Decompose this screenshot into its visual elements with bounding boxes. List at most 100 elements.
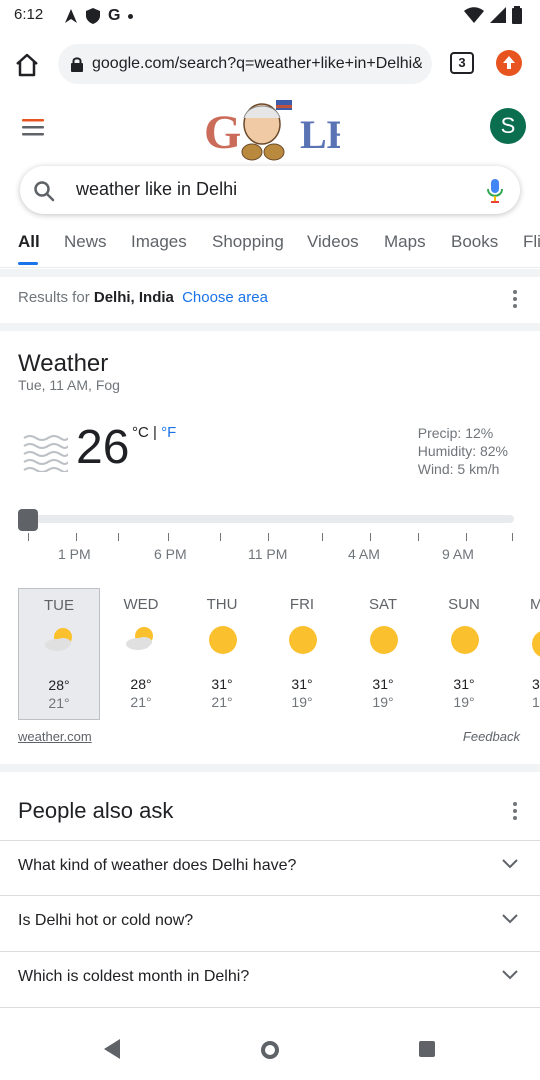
- svg-text:G: G: [204, 106, 241, 159]
- day-name: WED: [123, 596, 159, 613]
- paa-question-text: Is Delhi hot or cold now?: [18, 912, 194, 929]
- forecast-day-fri[interactable]: FRI 31° 19°: [261, 588, 343, 720]
- tab-all[interactable]: All: [18, 232, 40, 252]
- results-place: Delhi, India: [93, 289, 174, 306]
- unit-celsius[interactable]: °C: [132, 424, 149, 441]
- home-button[interactable]: [12, 50, 42, 80]
- timeline-tick: [512, 533, 513, 541]
- divider: [0, 323, 540, 331]
- sunny-icon: [289, 626, 317, 654]
- search-tabs: All News Images Shopping Videos Maps Boo…: [0, 224, 540, 268]
- more-options-icon[interactable]: [513, 290, 517, 311]
- time-label: 1 PM: [58, 546, 91, 562]
- home-circle-icon[interactable]: [258, 1038, 282, 1062]
- status-notification-icons: G: [64, 7, 134, 25]
- precipitation: Precip: 12%: [417, 425, 494, 441]
- divider: [0, 764, 540, 772]
- results-for-label: Results for: [18, 289, 90, 306]
- day-high: 31°: [211, 676, 233, 692]
- partly-cloudy-icon: [45, 628, 72, 651]
- google-icon: G: [108, 7, 121, 24]
- weather-subtitle: Tue, 11 AM, Fog: [18, 377, 120, 393]
- results-location: Results for Delhi, India Choose area: [18, 289, 268, 306]
- choose-area-link[interactable]: Choose area: [182, 289, 268, 306]
- timeline-tick: [168, 533, 169, 541]
- paa-question-text: Which is coldest month in Delhi?: [18, 968, 250, 985]
- sunny-icon: [209, 626, 237, 654]
- lock-icon: [71, 57, 83, 72]
- search-box[interactable]: weather like in Delhi: [20, 166, 520, 214]
- hamburger-menu-icon[interactable]: [20, 118, 46, 136]
- forecast-day-sat[interactable]: SAT 31° 19°: [342, 588, 424, 720]
- tab-switcher-button[interactable]: 3: [450, 52, 474, 74]
- status-time: 6:12: [14, 6, 44, 23]
- more-options-icon[interactable]: [513, 802, 517, 823]
- shield-icon: [86, 8, 100, 24]
- day-low: 21°: [130, 694, 152, 710]
- account-avatar[interactable]: S: [490, 108, 526, 144]
- active-tab-indicator: [18, 262, 38, 265]
- timeline-tick: [370, 533, 371, 541]
- forecast-day-wed[interactable]: WED 28° 21°: [100, 588, 182, 720]
- update-button[interactable]: [496, 50, 522, 76]
- google-doodle[interactable]: G LE: [200, 96, 353, 164]
- tab-flights[interactable]: Fli: [523, 232, 540, 252]
- day-low: 19°: [372, 694, 394, 710]
- day-high: 28°: [48, 677, 70, 693]
- url-text: google.com/search?q=weather+like+in+Delh…: [92, 55, 422, 72]
- timeline-tick: [322, 533, 323, 541]
- day-high: 28°: [130, 676, 152, 692]
- google-header: G LE S: [0, 96, 540, 166]
- humidity: Humidity: 82%: [417, 443, 508, 459]
- paa-question[interactable]: What kind of weather does Delhi have?: [0, 840, 540, 896]
- timeline-slider-handle[interactable]: [18, 509, 38, 531]
- system-navigation-bar: [0, 1020, 540, 1080]
- recents-icon[interactable]: [418, 1040, 436, 1058]
- timeline-tick: [268, 533, 269, 541]
- day-high: 31°: [372, 676, 394, 692]
- timeline-tick: [466, 533, 467, 541]
- tab-books[interactable]: Books: [451, 232, 498, 252]
- forecast-day-sun[interactable]: SUN 31° 19°: [423, 588, 505, 720]
- day-name: SAT: [368, 596, 398, 613]
- search-query[interactable]: weather like in Delhi: [76, 179, 237, 200]
- timeline-tick: [28, 533, 29, 541]
- day-low: 19°: [291, 694, 313, 710]
- status-bar: 6:12 G: [0, 0, 540, 30]
- current-temperature: 26: [76, 421, 130, 474]
- url-bar[interactable]: google.com/search?q=weather+like+in+Delh…: [58, 44, 432, 84]
- feedback-link[interactable]: Feedback: [463, 729, 520, 744]
- wind: Wind: 5 km/h: [417, 461, 500, 477]
- paa-question[interactable]: Which is coldest month in Delhi?: [0, 952, 540, 1008]
- sunny-icon: [451, 626, 479, 654]
- sunny-icon: [532, 631, 540, 657]
- day-high: 31°: [453, 676, 475, 692]
- paa-question[interactable]: Is Delhi hot or cold now?: [0, 896, 540, 952]
- tab-videos[interactable]: Videos: [307, 232, 359, 252]
- forecast-day-mon[interactable]: M 3 1: [504, 588, 540, 720]
- microphone-icon[interactable]: [486, 178, 504, 204]
- tab-maps[interactable]: Maps: [384, 232, 426, 252]
- forecast-day-tue[interactable]: TUE 28° 21°: [18, 588, 100, 720]
- browser-toolbar: google.com/search?q=weather+like+in+Delh…: [0, 30, 540, 96]
- tab-news[interactable]: News: [64, 232, 107, 252]
- weather-details: Precip: 12% Humidity: 82% Wind: 5 km/h: [418, 424, 508, 478]
- day-low: 19°: [453, 694, 475, 710]
- unit-fahrenheit[interactable]: °F: [161, 424, 176, 441]
- back-icon[interactable]: [102, 1038, 122, 1060]
- time-label: 6 PM: [154, 546, 187, 562]
- fog-icon: [23, 435, 68, 472]
- chevron-down-icon: [502, 859, 518, 869]
- battery-icon: [512, 6, 522, 24]
- day-name: M: [530, 596, 540, 613]
- day-low: 1: [532, 694, 540, 710]
- status-system-icons: [464, 6, 522, 24]
- forecast-day-thu[interactable]: THU 31° 21°: [181, 588, 263, 720]
- tab-images[interactable]: Images: [131, 232, 187, 252]
- day-name: SUN: [448, 596, 480, 613]
- weather-source-link[interactable]: weather.com: [18, 729, 92, 744]
- signal-icon: [490, 7, 506, 23]
- tab-shopping[interactable]: Shopping: [212, 232, 284, 252]
- hourly-timeline-track[interactable]: [20, 515, 514, 523]
- timeline-tick: [76, 533, 77, 541]
